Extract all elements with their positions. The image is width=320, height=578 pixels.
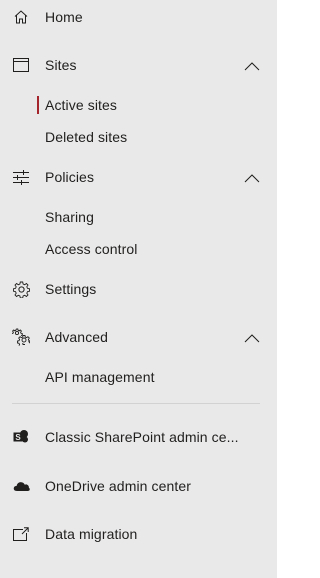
nav-item-sites-label: Sites [45, 57, 77, 73]
nav-subitem-deleted-sites-label: Deleted sites [45, 129, 128, 145]
nav-item-home[interactable]: Home [0, 1, 277, 33]
nav-item-policies[interactable]: Policies [0, 161, 277, 193]
nav-link-data-migration-label: Data migration [45, 526, 138, 542]
nav-divider [12, 403, 260, 404]
sharepoint-logo-icon: S [12, 428, 30, 446]
nav-link-classic-sharepoint-label: Classic SharePoint admin ce... [45, 429, 239, 445]
chevron-up-icon[interactable] [242, 59, 262, 71]
nav-item-advanced[interactable]: Advanced [0, 321, 277, 353]
nav-item-home-label: Home [45, 9, 83, 25]
chevron-up-icon[interactable] [242, 331, 262, 343]
nav-subitem-sharing[interactable]: Sharing [0, 201, 277, 233]
nav-item-settings-label: Settings [45, 281, 97, 297]
nav-item-policies-label: Policies [45, 169, 95, 185]
nav-subitem-deleted-sites[interactable]: Deleted sites [0, 121, 277, 153]
svg-text:S: S [15, 433, 21, 442]
browser-window-icon [12, 56, 30, 74]
external-link-icon [12, 525, 30, 543]
nav-subitem-access-control[interactable]: Access control [0, 233, 277, 265]
nav-subitem-active-sites-label: Active sites [45, 97, 117, 113]
nav-link-onedrive-label: OneDrive admin center [45, 478, 192, 494]
nav-link-onedrive[interactable]: OneDrive admin center [0, 470, 277, 502]
gears-icon [12, 328, 30, 346]
gear-icon [12, 280, 30, 298]
nav-item-sites[interactable]: Sites [0, 49, 277, 81]
nav-item-advanced-label: Advanced [45, 329, 109, 345]
sliders-icon [12, 168, 30, 186]
chevron-up-icon[interactable] [242, 171, 262, 183]
nav-link-data-migration[interactable]: Data migration [0, 518, 277, 550]
nav-subitem-access-control-label: Access control [45, 241, 138, 257]
nav-subitem-api-management-label: API management [45, 369, 155, 385]
selected-indicator [37, 96, 39, 114]
home-icon [12, 8, 30, 26]
nav-link-classic-sharepoint[interactable]: S Classic SharePoint admin ce... [0, 421, 277, 453]
nav-subitem-sharing-label: Sharing [45, 209, 94, 225]
nav-item-settings[interactable]: Settings [0, 273, 277, 305]
nav-subitem-active-sites[interactable]: Active sites [0, 89, 277, 121]
onedrive-cloud-icon [12, 477, 30, 495]
nav-subitem-api-management[interactable]: API management [0, 361, 277, 393]
left-navigation: Home Sites Active sites Deleted sites Po… [0, 0, 277, 578]
